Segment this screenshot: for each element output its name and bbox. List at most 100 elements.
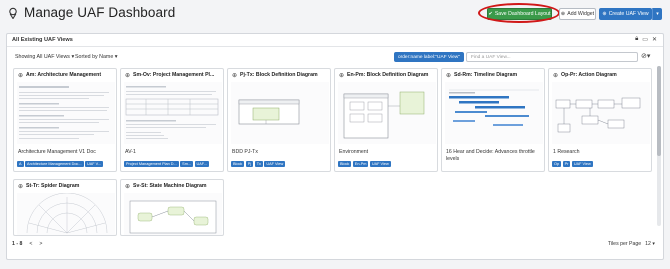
tag-list: A Architecture Management Doc... UAF V..… <box>17 161 103 167</box>
tag[interactable]: Tx <box>254 161 263 167</box>
panel-tools: 🔒︎ ▭ ✕ <box>635 36 657 43</box>
tag[interactable]: UAF V... <box>85 161 103 167</box>
view-card[interactable]: ⊕ Sv-St: State Machine Diagram <box>120 179 224 236</box>
tag[interactable]: UAF View <box>571 161 593 167</box>
dashboard-icon: ⊕ <box>232 72 238 79</box>
card-title: Sm-Ov: Project Management Pl... <box>133 72 215 78</box>
dashboard-icon: ⊕ <box>125 72 131 79</box>
tag-list: Op Pr UAF View <box>552 161 593 167</box>
dashboard-icon: ⊕ <box>18 72 24 79</box>
filter-icon[interactable]: ⊘▾ <box>641 52 650 60</box>
view-card[interactable]: ⊕ St-Tr: Spider Diagram <box>13 179 117 236</box>
check-icon: ✔ <box>488 11 493 17</box>
tag[interactable]: Block <box>338 161 352 167</box>
view-card[interactable]: ⊕ Sm-Ov: Project Management Pl... AV-1 Pr… <box>120 68 224 172</box>
show-views-dropdown[interactable]: Showing All UAF Views ▾ <box>15 54 74 60</box>
card-header: ⊕ Pj-Tx: Block Definition Diagram <box>228 69 330 81</box>
search-input[interactable]: Find a UAF View... <box>466 52 638 62</box>
pager: 1 - 8 < > <box>12 241 42 247</box>
view-card[interactable]: ⊕ En-Pm: Block Definition Diagram Environ… <box>334 68 438 172</box>
panel-header: All Existing UAF Views 🔒︎ ▭ ✕ <box>7 34 663 47</box>
create-view-button[interactable]: ⊕ Create UAF View <box>599 8 652 20</box>
next-page-button[interactable]: > <box>39 241 42 247</box>
card-header: ⊕ En-Pm: Block Definition Diagram <box>335 69 437 81</box>
add-widget-button[interactable]: ⊕ Add Widget <box>559 8 596 20</box>
card-title: Sv-St: State Machine Diagram <box>133 183 207 189</box>
card-title: Pj-Tx: Block Definition Diagram <box>240 72 318 78</box>
filter-chip[interactable]: order:name label:"UAF View" <box>394 52 464 62</box>
view-thumbnail <box>17 193 115 235</box>
show-views-label: Showing All UAF Views <box>15 54 70 60</box>
tiles-value: 12 <box>645 241 651 247</box>
view-card[interactable]: ⊕ Am: Architecture Management Architectur… <box>13 68 117 172</box>
prev-page-button[interactable]: < <box>29 241 32 247</box>
sort-label: Sorted by Name <box>75 54 114 60</box>
tag[interactable]: A <box>17 161 24 167</box>
plus-circle-icon: ⊕ <box>602 11 607 17</box>
tag[interactable]: Project Management Plan D... <box>124 161 179 167</box>
tag[interactable]: UAF View <box>264 161 286 167</box>
title-wrap: Manage UAF Dashboard <box>7 5 175 20</box>
scrollbar-thumb[interactable] <box>657 66 661 156</box>
view-thumbnail <box>17 82 115 144</box>
card-title: En-Pm: Block Definition Diagram <box>347 72 429 78</box>
page-range: 1 - 8 <box>12 241 23 247</box>
tag[interactable]: Block <box>231 161 245 167</box>
tag[interactable]: Op <box>552 161 562 167</box>
view-card[interactable]: ⊕ Pj-Tx: Block Definition Diagram BDD PJ-… <box>227 68 331 172</box>
card-subtitle: BDD PJ-Tx <box>232 149 258 155</box>
dashboard-icon: ⊕ <box>125 183 131 190</box>
card-header: ⊕ Sd-Rm: Timeline Diagram <box>442 69 544 81</box>
card-title: Am: Architecture Management <box>26 72 102 78</box>
tag-list: Block En-Pm UAF View <box>338 161 391 167</box>
window-icon[interactable]: ▭ <box>642 36 648 43</box>
tiles-label: Tiles per Page <box>607 241 642 247</box>
sort-dropdown[interactable]: Sorted by Name ▾ <box>75 54 117 60</box>
tag[interactable]: Sm... <box>180 161 194 167</box>
view-thumbnail <box>231 82 329 144</box>
card-title: St-Tr: Spider Diagram <box>26 183 80 189</box>
card-subtitle: Architecture Management V1 Doc <box>18 149 96 155</box>
page-title: Manage UAF Dashboard <box>24 5 176 20</box>
view-thumbnail <box>124 82 222 144</box>
add-widget-label: Add Widget <box>567 11 595 17</box>
chevron-down-icon: ▾ <box>656 11 659 17</box>
card-title: Op-Pr: Action Diagram <box>561 72 617 78</box>
card-subtitle: 16 Hear and Decide: Advances throttle le… <box>446 149 535 162</box>
view-thumbnail <box>445 82 543 144</box>
tag-list: Block Pj Tx UAF View <box>231 161 286 167</box>
view-card[interactable]: ⊕ Sd-Rm: Timeline Diagram 16 Hear and Dec… <box>441 68 545 172</box>
card-header: ⊕ St-Tr: Spider Diagram <box>14 180 116 192</box>
dashboard-icon <box>9 7 17 19</box>
dashboard-icon: ⊕ <box>553 72 559 79</box>
card-header: ⊕ Sv-St: State Machine Diagram <box>121 180 223 192</box>
save-layout-label: Save Dashboard Layout <box>494 11 551 17</box>
lock-icon[interactable]: 🔒︎ <box>635 36 638 43</box>
dashboard-icon: ⊕ <box>18 183 24 190</box>
tag[interactable]: Architecture Management Doc... <box>25 161 84 167</box>
create-view-dropdown[interactable]: ▾ <box>652 8 662 20</box>
tag[interactable]: Pj <box>245 161 254 167</box>
save-layout-button[interactable]: ✔ Save Dashboard Layout <box>487 8 552 20</box>
card-subtitle: Environment <box>339 149 369 155</box>
card-header: ⊕ Sm-Ov: Project Management Pl... <box>121 69 223 81</box>
dashboard-icon: ⊕ <box>339 72 345 79</box>
scrollbar[interactable] <box>657 66 661 226</box>
create-view-label: Create UAF View <box>608 11 649 17</box>
tag[interactable]: UAF... <box>194 161 209 167</box>
view-thumbnail <box>552 82 650 144</box>
card-subtitle: 1 Research <box>553 149 580 155</box>
view-thumbnail <box>338 82 436 144</box>
tag[interactable]: Pr <box>562 161 571 167</box>
close-icon[interactable]: ✕ <box>652 36 657 43</box>
view-card[interactable]: ⊕ Op-Pr: Action Diagram 1 Research Op Pr… <box>548 68 652 172</box>
tag[interactable]: En-Pm <box>352 161 369 167</box>
card-header: ⊕ Op-Pr: Action Diagram <box>549 69 651 81</box>
panel-toolbar: Showing All UAF Views ▾ Sorted by Name ▾… <box>7 50 663 64</box>
tiles-per-page: Tiles per Page 12 ▾ <box>608 241 655 247</box>
card-subtitle: AV-1 <box>125 149 136 155</box>
tag[interactable]: UAF View <box>369 161 391 167</box>
tiles-select[interactable]: 12 ▾ <box>645 241 655 247</box>
dashboard-icon: ⊕ <box>446 72 452 79</box>
tag-list: Project Management Plan D... Sm... UAF..… <box>124 161 209 167</box>
